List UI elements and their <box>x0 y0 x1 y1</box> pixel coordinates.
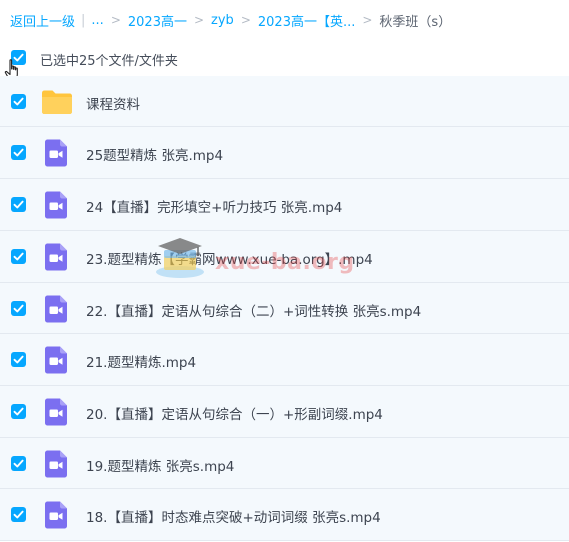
chevron-right-icon: > <box>110 13 121 27</box>
file-row[interactable]: 18.【直播】时态难点突破+动词词缀 张亮s.mp4 <box>0 489 569 541</box>
file-row[interactable]: 课程资料 <box>0 76 569 127</box>
file-name[interactable]: 24【直播】完形填空+听力技巧 张亮.mp4 <box>86 196 342 216</box>
file-row[interactable]: 21.题型精炼.mp4 <box>0 334 569 386</box>
row-checkbox[interactable] <box>11 507 26 522</box>
breadcrumb-item-zyb[interactable]: zyb <box>211 13 234 28</box>
row-checkbox[interactable] <box>11 94 26 109</box>
check-icon <box>13 355 24 364</box>
video-file-icon <box>43 295 69 327</box>
file-row[interactable]: 20.【直播】定语从句综合（一）+形副词缀.mp4 <box>0 386 569 438</box>
video-file-icon <box>43 139 69 171</box>
video-file-icon <box>43 191 69 223</box>
file-list: 课程资料 25题型精炼 张亮.mp4 24【直播】完形填空+听力技巧 张亮.mp4 2… <box>0 76 569 541</box>
file-row[interactable]: 22.【直播】定语从句综合（二）+词性转换 张亮s.mp4 <box>0 283 569 334</box>
file-row[interactable]: 19.题型精炼 张亮s.mp4 <box>0 438 569 489</box>
file-name[interactable]: 19.题型精炼 张亮s.mp4 <box>86 455 234 475</box>
check-icon <box>13 510 24 519</box>
check-icon <box>13 304 24 313</box>
check-icon <box>13 252 24 261</box>
file-name[interactable]: 22.【直播】定语从句综合（二）+词性转换 张亮s.mp4 <box>86 300 421 320</box>
check-icon <box>13 97 24 106</box>
row-checkbox[interactable] <box>11 301 26 316</box>
folder-icon <box>41 89 73 119</box>
row-checkbox[interactable] <box>11 145 26 160</box>
file-row[interactable]: 25题型精炼 张亮.mp4 <box>0 127 569 179</box>
breadcrumb-divider: | <box>81 12 86 28</box>
video-file-icon <box>43 501 69 533</box>
row-checkbox[interactable] <box>11 456 26 471</box>
watermark-text: xue-ba.org <box>215 250 355 275</box>
file-name[interactable]: 课程资料 <box>86 93 140 113</box>
video-file-icon <box>43 450 69 482</box>
selection-count-label: 已选中25个文件/文件夹 <box>40 54 178 69</box>
row-checkbox[interactable] <box>11 197 26 212</box>
file-name[interactable]: 21.题型精炼.mp4 <box>86 351 196 371</box>
breadcrumb-ellipsis[interactable]: ... <box>91 13 103 28</box>
file-row[interactable]: 24【直播】完形填空+听力技巧 张亮.mp4 <box>0 179 569 231</box>
file-name[interactable]: 20.【直播】定语从句综合（一）+形副词缀.mp4 <box>86 403 383 423</box>
chevron-right-icon: > <box>193 13 205 27</box>
check-icon <box>13 407 24 416</box>
video-file-icon <box>43 346 69 378</box>
check-icon <box>13 148 24 157</box>
check-icon <box>13 200 24 209</box>
row-checkbox[interactable] <box>11 352 26 367</box>
breadcrumb-item-2023[interactable]: 2023高一 <box>128 11 187 30</box>
breadcrumb-back-link[interactable]: 返回上一级 <box>10 11 75 30</box>
video-file-icon <box>43 243 69 275</box>
selection-bar: 已选中25个文件/文件夹 <box>0 44 569 72</box>
chevron-right-icon: > <box>240 13 251 27</box>
file-name[interactable]: 25题型精炼 张亮.mp4 <box>86 144 223 164</box>
breadcrumb: 返回上一级 | ... > 2023高一 > zyb > 2023高一【英...… <box>10 10 451 30</box>
watermark-logo-icon <box>156 238 204 278</box>
row-checkbox[interactable] <box>11 249 26 264</box>
file-name[interactable]: 18.【直播】时态难点突破+动词词缀 张亮s.mp4 <box>86 506 381 526</box>
chevron-right-icon: > <box>362 13 373 27</box>
check-icon <box>13 459 24 468</box>
row-checkbox[interactable] <box>11 404 26 419</box>
video-file-icon <box>43 398 69 430</box>
breadcrumb-current: 秋季班（s） <box>379 14 452 30</box>
breadcrumb-item-english[interactable]: 2023高一【英... <box>258 11 355 30</box>
